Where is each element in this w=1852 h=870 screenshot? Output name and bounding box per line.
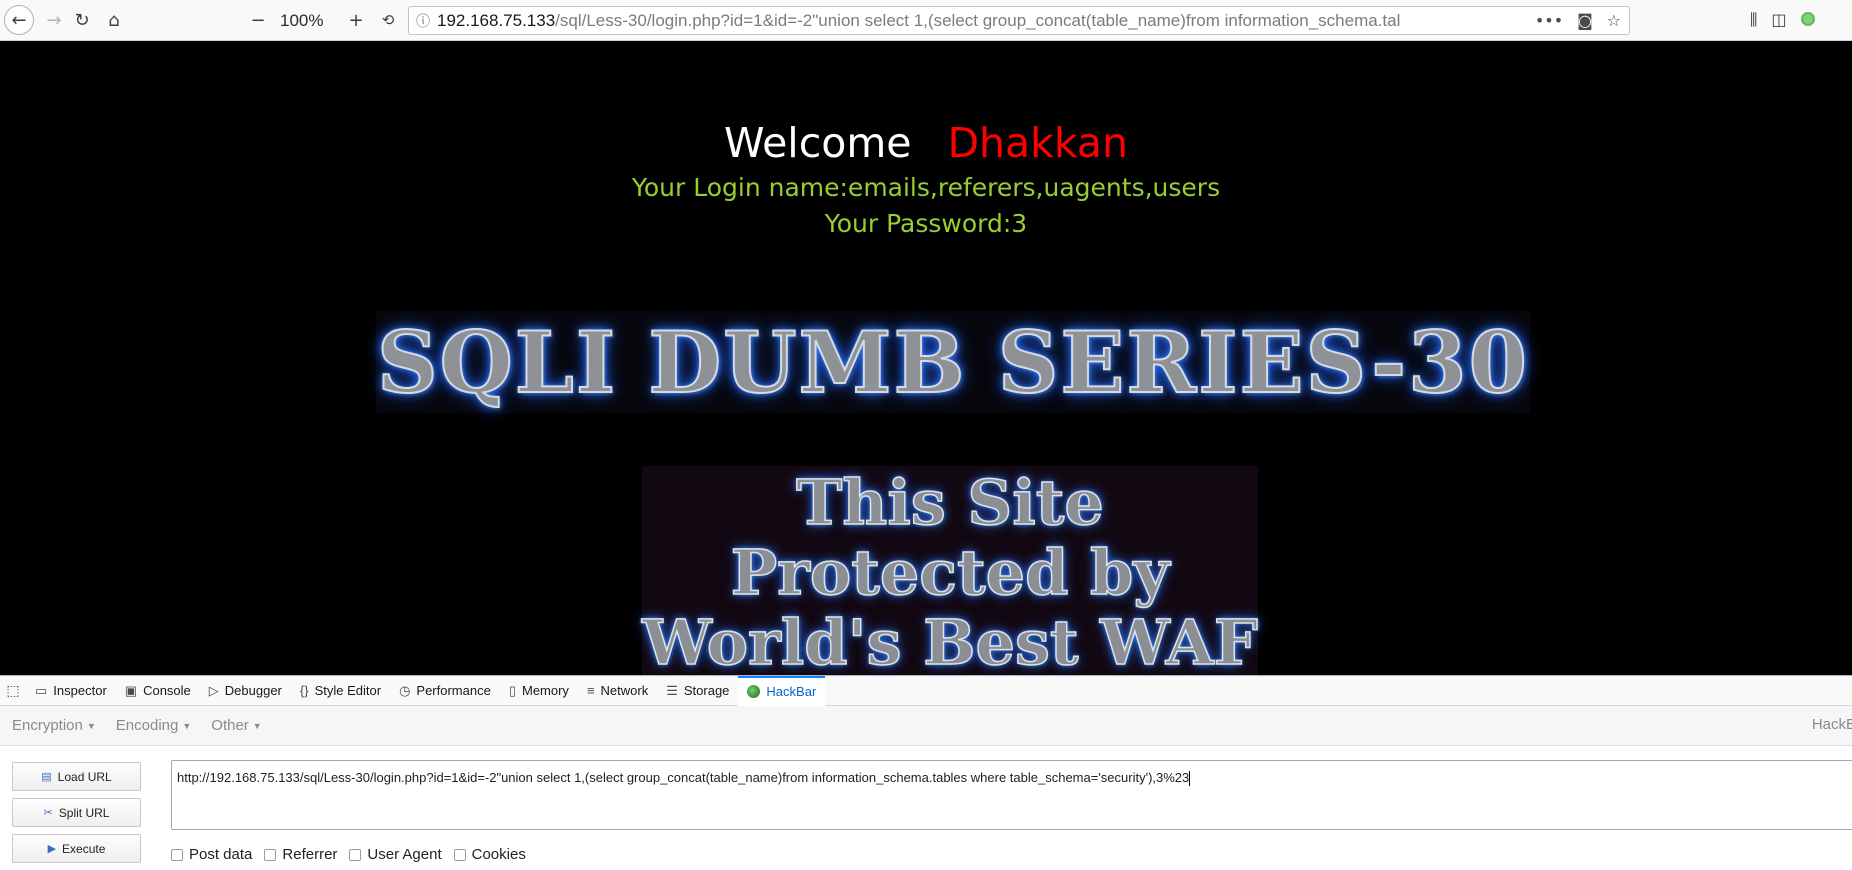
back-arrow-icon: ←: [11, 9, 27, 31]
forward-button[interactable]: →: [40, 6, 68, 34]
style-editor-icon: {}: [299, 683, 309, 698]
home-button[interactable]: ⌂: [100, 6, 128, 34]
bookmark-star-icon[interactable]: ☆: [1607, 11, 1621, 30]
forward-arrow-icon: →: [46, 9, 62, 31]
console-icon: ▣: [124, 682, 138, 698]
welcome-name: Dhakkan: [947, 119, 1129, 167]
url-actions: ••• ◙ ☆: [1534, 7, 1629, 34]
waf-line-2: Protected by: [730, 536, 1170, 609]
banner-title: SQLI DUMB SERIES-30: [376, 312, 1530, 413]
chevron-down-icon: ▼: [182, 721, 192, 732]
inspector-icon: ▭: [35, 682, 48, 698]
toolbar-right: ⫼ ◫: [1750, 10, 1815, 30]
zoom-out-button[interactable]: −: [244, 6, 272, 34]
history-button[interactable]: ⟲: [374, 6, 402, 34]
devtools-panel: ⬚ ▭ Inspector ▣ Console ▷ Debugger {} Style …: [0, 675, 1852, 870]
encryption-dropdown[interactable]: Encryption ▼: [12, 717, 96, 734]
chevron-down-icon: ▼: [86, 721, 96, 732]
page-content: Welcome Dhakkan Your Login name:emails,re…: [0, 41, 1852, 675]
tab-console[interactable]: ▣ Console: [116, 676, 200, 706]
url-text[interactable]: 192.168.75.133/sql/Less-30/login.php?id=…: [437, 11, 1537, 31]
password-text: Your Password:3: [824, 209, 1028, 238]
hackbar-options: Post data Referrer User Agent Cookies: [171, 846, 526, 863]
execute-button[interactable]: ▶ Execute: [12, 834, 141, 863]
reload-icon: ↻: [74, 9, 90, 31]
debugger-icon: ▷: [208, 682, 219, 698]
chevron-down-icon: ▼: [252, 721, 262, 732]
tab-hackbar[interactable]: HackBar: [738, 675, 826, 706]
url-bar[interactable]: ⓘ 192.168.75.133/sql/Less-30/login.php?i…: [408, 6, 1630, 35]
tab-storage[interactable]: ☰ Storage: [657, 676, 738, 706]
series-banner: SQLI DUMB SERIES-30: [376, 311, 1530, 413]
load-url-icon: ▤: [41, 771, 52, 783]
play-icon: ▶: [47, 843, 57, 855]
browser-toolbar: ← → ↻ ⌂ − 100% + ⟲ ⓘ 192.168.75.133/sql/…: [0, 0, 1852, 41]
waf-line-1: This Site: [795, 466, 1104, 539]
hackbar-icon: [747, 685, 761, 698]
reload-button[interactable]: ↻: [68, 6, 96, 34]
zoom-level[interactable]: 100%: [280, 11, 323, 31]
devtools-tabbar: ⬚ ▭ Inspector ▣ Console ▷ Debugger {} Style …: [0, 675, 1852, 706]
user-agent-checkbox[interactable]: User Agent: [349, 846, 442, 863]
library-icon[interactable]: ⫼: [1750, 10, 1757, 30]
scissors-icon: ✂: [43, 807, 53, 819]
tab-memory[interactable]: ▯ Memory: [500, 676, 578, 706]
welcome-heading: Welcome Dhakkan: [723, 119, 1129, 167]
waf-line-3: World's Best WAF: [641, 606, 1258, 675]
home-icon: ⌂: [108, 9, 120, 31]
info-icon[interactable]: ⓘ: [409, 11, 437, 31]
history-icon: ⟲: [381, 11, 395, 29]
encoding-dropdown[interactable]: Encoding ▼: [116, 717, 191, 734]
zoom-in-button[interactable]: +: [342, 6, 370, 34]
hackbar-menu: Encryption ▼ Encoding ▼ Other ▼ HackB: [0, 706, 1852, 746]
other-dropdown[interactable]: Other ▼: [211, 717, 261, 734]
page-actions-icon[interactable]: •••: [1535, 11, 1563, 30]
post-data-checkbox[interactable]: Post data: [171, 846, 252, 863]
hackbar-body: ▤ Load URL ✂ Split URL ▶ Execute http://192…: [0, 746, 1852, 870]
memory-icon: ▯: [508, 682, 516, 698]
tab-network[interactable]: ≡ Network: [578, 676, 657, 706]
performance-icon: ◷: [399, 682, 411, 698]
hackbar-url-input[interactable]: http://192.168.75.133/sql/Less-30/login.…: [171, 760, 1852, 830]
tab-debugger[interactable]: ▷ Debugger: [200, 676, 291, 706]
storage-icon: ☰: [666, 682, 678, 698]
element-picker-icon[interactable]: ⬚: [0, 676, 26, 706]
cookies-checkbox[interactable]: Cookies: [453, 846, 526, 863]
back-button[interactable]: ←: [4, 5, 34, 35]
pocket-icon[interactable]: ◙: [1577, 11, 1593, 30]
hackbar-brand: HackB: [1811, 716, 1852, 733]
waf-banner: This Site Protected by World's Best WAF: [641, 466, 1259, 675]
referrer-checkbox[interactable]: Referrer: [264, 846, 337, 863]
login-name-text: Your Login name:emails,referers,uagents,…: [631, 173, 1221, 202]
tab-style-editor[interactable]: {} Style Editor: [291, 676, 390, 706]
account-icon[interactable]: [1800, 12, 1815, 26]
network-icon: ≡: [586, 683, 595, 698]
tab-inspector[interactable]: ▭ Inspector: [26, 676, 116, 706]
split-url-button[interactable]: ✂ Split URL: [12, 798, 141, 827]
tab-performance[interactable]: ◷ Performance: [390, 676, 500, 706]
load-url-button[interactable]: ▤ Load URL: [12, 762, 141, 791]
sidebar-icon[interactable]: ◫: [1771, 10, 1786, 30]
